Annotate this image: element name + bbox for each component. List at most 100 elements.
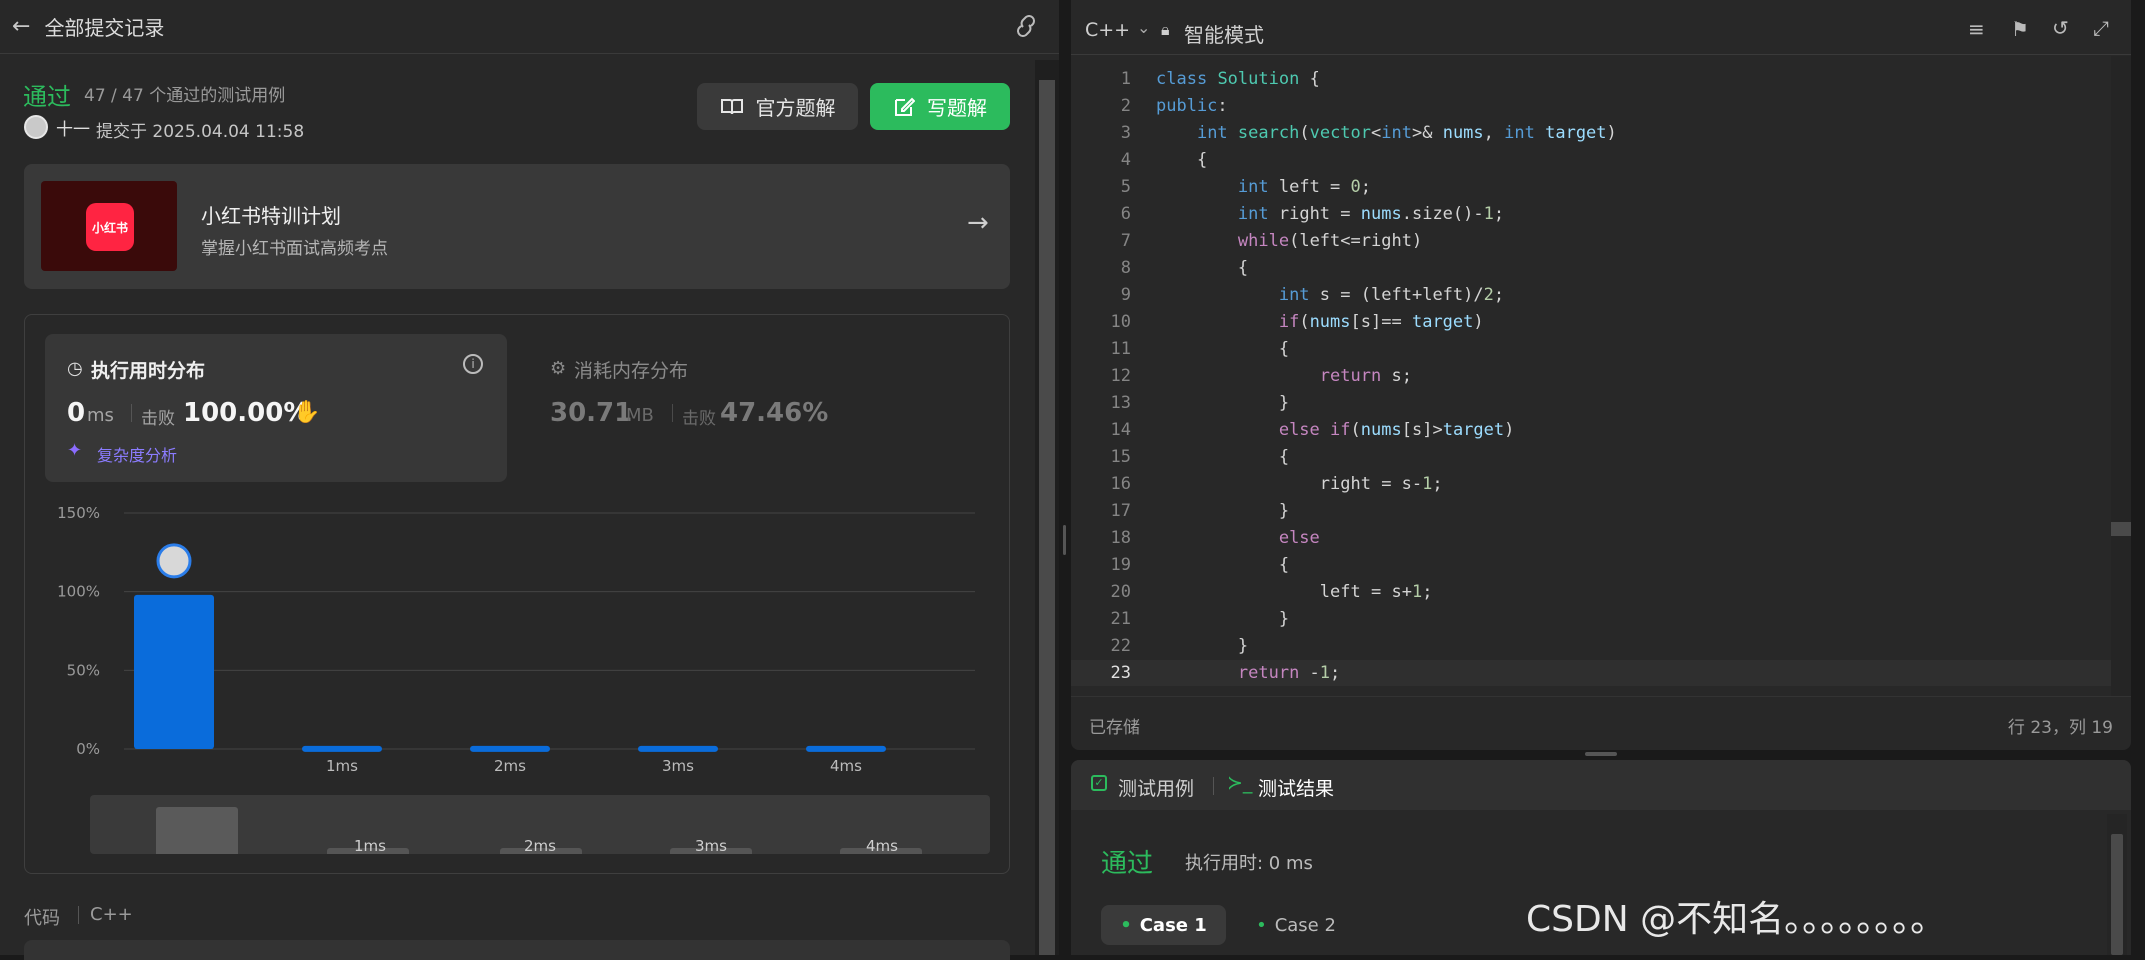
code-line[interactable]: 4 {: [1071, 147, 2111, 174]
scrollbar-thumb[interactable]: [1039, 80, 1055, 955]
write-solution-button[interactable]: 写题解: [870, 83, 1010, 130]
code-line[interactable]: 16 right = s-1;: [1071, 471, 2111, 498]
code-line[interactable]: 14 else if(nums[s]>target): [1071, 417, 2111, 444]
code-line[interactable]: 5 int left = 0;: [1071, 174, 2111, 201]
result-scrollbar-thumb[interactable]: [2111, 834, 2123, 955]
code-text: return s;: [1319, 366, 1412, 386]
left-scrollbar[interactable]: [1035, 60, 1059, 955]
test-result-panel: ✓ 测试用例 ≻_ 测试结果 通过 执行用时: 0 ms • Case 1 • Ca…: [1071, 760, 2131, 955]
bookmark-icon[interactable]: ⚑: [2011, 17, 2029, 41]
sparkle-icon: ✦: [67, 440, 83, 461]
case-1-tab[interactable]: • Case 1: [1101, 905, 1226, 945]
code-text: class Solution {: [1156, 69, 1320, 89]
status-accepted: 通过: [23, 83, 71, 111]
code-text: {: [1156, 150, 1208, 170]
cursor-position: 行 23，列 19: [2007, 718, 2113, 738]
chevron-down-icon[interactable]: ⌄: [1137, 18, 1150, 37]
result-runtime: 执行用时: 0 ms: [1185, 853, 1313, 874]
code-line[interactable]: 13 }: [1071, 390, 2111, 417]
terminal-icon: ≻_: [1227, 772, 1253, 794]
line-number: 14: [1110, 420, 1131, 440]
submission-header: ← 全部提交记录: [0, 0, 1059, 54]
checkbox-icon: ✓: [1091, 775, 1107, 791]
code-line[interactable]: 7 while(left<=right): [1071, 228, 2111, 255]
smart-mode-label[interactable]: 智能模式: [1184, 19, 1264, 48]
pass-dot-icon: •: [1120, 914, 1132, 936]
result-scrollbar[interactable]: [2107, 814, 2127, 955]
editor-scrollbar[interactable]: [2111, 56, 2131, 696]
code-line[interactable]: 1 class Solution {: [1071, 66, 2111, 93]
arrow-left-icon[interactable]: ←: [12, 14, 30, 39]
horizontal-splitter-handle[interactable]: [1585, 752, 1617, 756]
code-line[interactable]: 18 else: [1071, 525, 2111, 552]
language-select[interactable]: C++: [1085, 19, 1130, 41]
code-line[interactable]: 9 int s = (left+left)/2;: [1071, 282, 2111, 309]
code-text: int left = 0;: [1237, 177, 1372, 197]
line-number: 5: [1120, 177, 1131, 197]
code-text: int right = nums.size()-1;: [1237, 204, 1505, 224]
code-line[interactable]: 20 left = s+1;: [1071, 579, 2111, 606]
code-line[interactable]: 15 {: [1071, 444, 2111, 471]
complexity-analysis-link[interactable]: 复杂度分析: [97, 442, 177, 466]
selector-handle[interactable]: [156, 807, 238, 854]
code-text: while(left<=right): [1237, 231, 1423, 251]
chart-bar[interactable]: [470, 745, 550, 752]
vertical-splitter[interactable]: [1059, 0, 1071, 955]
splitter-handle[interactable]: [1063, 525, 1066, 555]
code-line[interactable]: 12 return s;: [1071, 363, 2111, 390]
case-2-tab[interactable]: • Case 2: [1236, 905, 1356, 945]
code-label: 代码: [24, 908, 60, 929]
code-text: {: [1156, 555, 1290, 575]
line-number: 10: [1110, 312, 1131, 332]
minimap-label: 1ms: [354, 837, 386, 855]
x-tick-label: 1ms: [326, 757, 358, 775]
code-text: right = s-1;: [1319, 474, 1443, 494]
line-number: 7: [1120, 231, 1131, 251]
code-line[interactable]: 17 }: [1071, 498, 2111, 525]
format-icon[interactable]: ≡: [1968, 17, 1985, 41]
memory-card[interactable]: ⚙ 消耗内存分布 30.71 MB 击败 47.46%: [530, 334, 992, 482]
all-submissions-link[interactable]: 全部提交记录: [44, 12, 164, 41]
code-text: return -1;: [1237, 663, 1341, 683]
avatar[interactable]: [24, 115, 48, 139]
chart-bar[interactable]: [638, 745, 718, 752]
tab-testresult[interactable]: 测试结果: [1258, 774, 1334, 801]
line-number: 18: [1110, 528, 1131, 548]
info-icon[interactable]: i: [463, 354, 483, 374]
link-icon[interactable]: [1013, 15, 1039, 37]
code-line[interactable]: 10 if(nums[s]== target): [1071, 309, 2111, 336]
line-number: 23: [1110, 663, 1131, 683]
code-line[interactable]: 11 {: [1071, 336, 2111, 363]
arrow-right-icon[interactable]: →: [967, 208, 989, 238]
code-area[interactable]: 1 class Solution {2 public: 3 int search(ve…: [1071, 66, 2111, 686]
code-line[interactable]: 19 {: [1071, 552, 2111, 579]
code-text: }: [1156, 393, 1290, 413]
editor-scrollbar-thumb[interactable]: [2111, 522, 2131, 536]
code-line[interactable]: 22 }: [1071, 633, 2111, 660]
book-icon: [720, 98, 743, 114]
code-line[interactable]: 6 int right = nums.size()-1;: [1071, 201, 2111, 228]
case-2-label: Case 2: [1274, 914, 1336, 936]
minimap-label: 3ms: [695, 837, 727, 855]
reset-icon[interactable]: ↺: [2052, 16, 2069, 40]
code-line[interactable]: 21 }: [1071, 606, 2111, 633]
line-number: 3: [1120, 123, 1131, 143]
runtime-card[interactable]: ◷ 执行用时分布 i 0 ms 击败 100.00% ✋ ✦ 复杂度分析: [45, 334, 507, 482]
tab-testcases[interactable]: 测试用例: [1118, 774, 1194, 801]
chart-bar[interactable]: [806, 745, 886, 752]
code-text: {: [1156, 447, 1290, 467]
chart-bar[interactable]: [302, 745, 382, 752]
memory-title: 消耗内存分布: [574, 360, 689, 382]
official-solution-button[interactable]: 官方题解: [697, 83, 858, 130]
promo-card[interactable]: 小红书 小红书特训计划 掌握小红书面试高频考点 →: [24, 164, 1010, 289]
fullscreen-icon[interactable]: ⤢: [2093, 16, 2109, 40]
author-name[interactable]: 十一: [56, 115, 90, 140]
pass-dot-icon: •: [1256, 914, 1267, 936]
range-selector[interactable]: 1ms 2ms 3ms 4ms: [90, 795, 990, 855]
chart-bar[interactable]: [134, 594, 214, 749]
code-line[interactable]: 2 public:: [1071, 93, 2111, 120]
code-line[interactable]: 23 return -1;: [1071, 660, 2111, 686]
runtime-distribution-chart[interactable]: 150% 100% 50% 0% 1ms 2ms 3ms 4ms: [40, 495, 1000, 785]
code-line[interactable]: 8 {: [1071, 255, 2111, 282]
code-line[interactable]: 3 int search(vector<int>& nums, int targ…: [1071, 120, 2111, 147]
